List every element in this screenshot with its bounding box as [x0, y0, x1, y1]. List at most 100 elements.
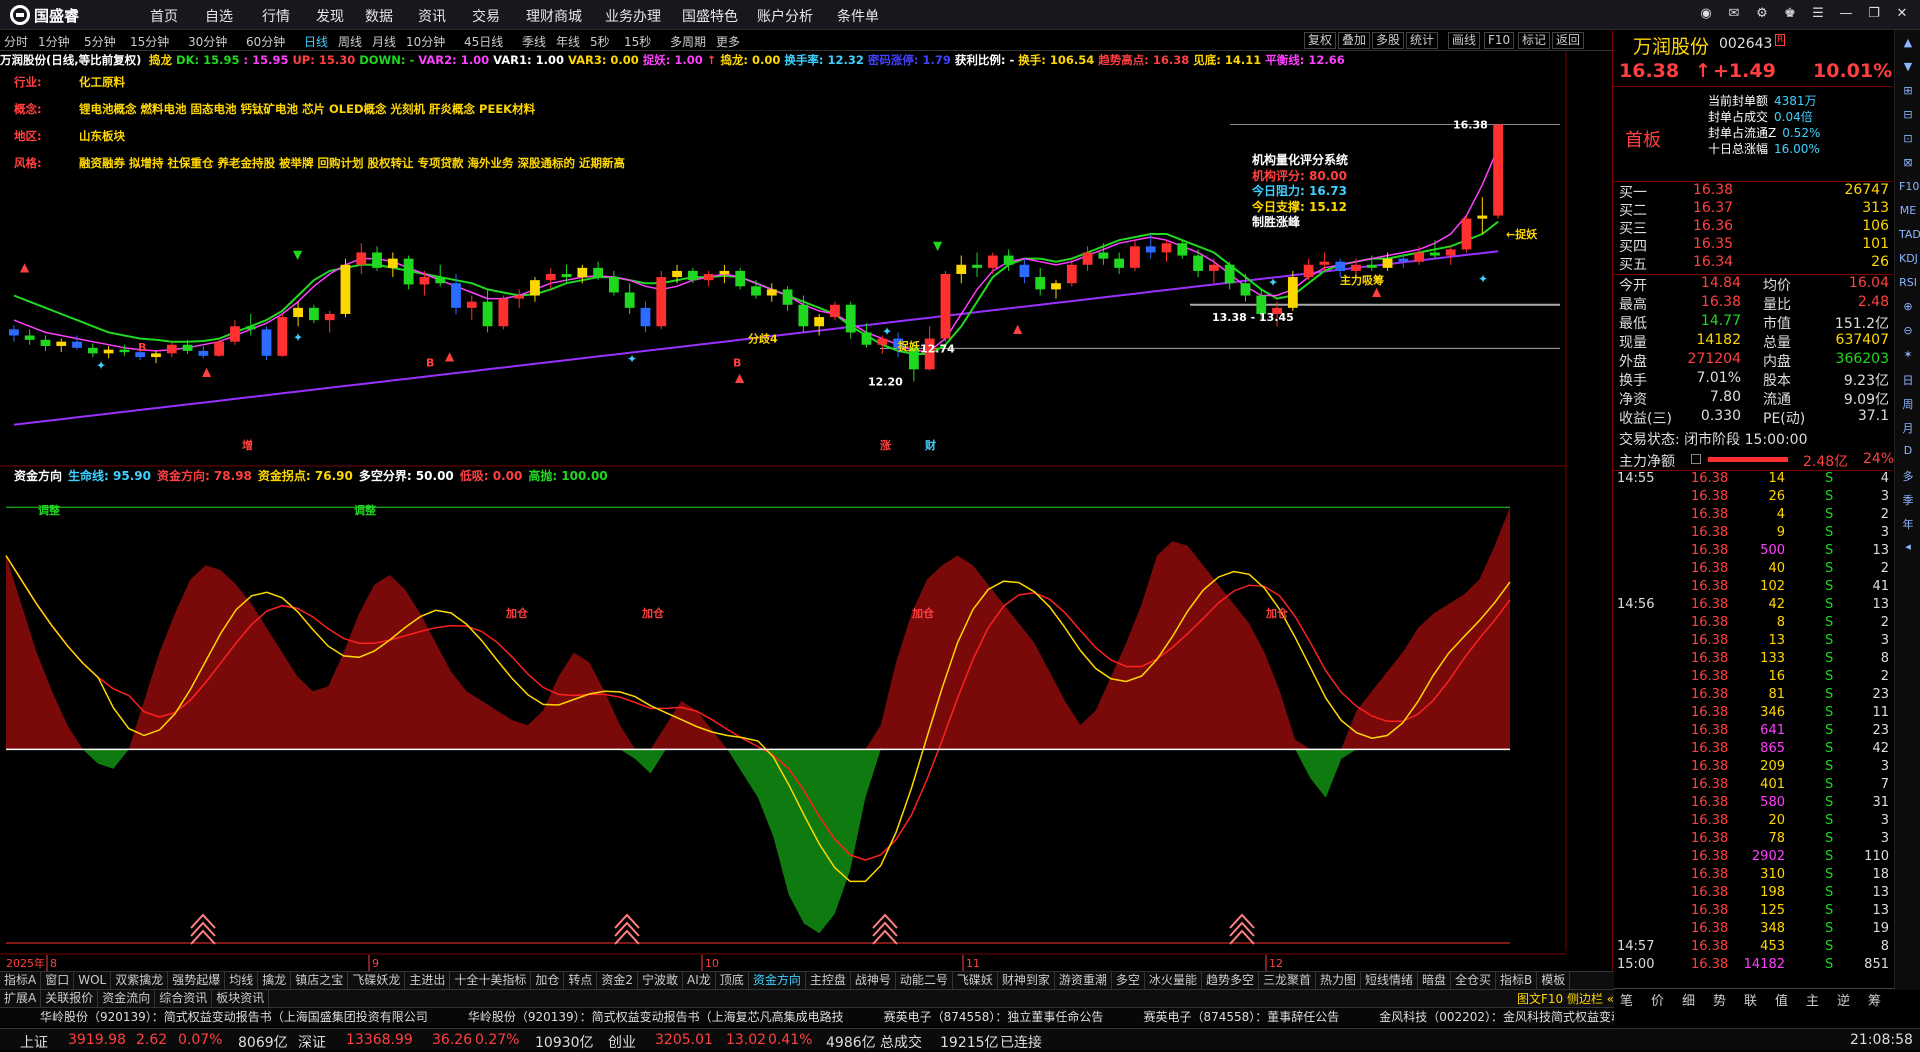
indicator-tab[interactable]: 飞碟妖 [953, 972, 998, 989]
menu-icon[interactable]: ☰ [1809, 5, 1827, 23]
tool-button-7[interactable]: 返回 [1552, 32, 1585, 49]
menu-item-7[interactable]: 理财商城 [526, 6, 582, 26]
indicator-tab[interactable]: 强势起爆 [168, 972, 226, 989]
menu-item-10[interactable]: 账户分析 [757, 6, 813, 26]
sidebar-button[interactable]: ⊞ [1899, 84, 1917, 102]
indicator-tab[interactable]: 窗口 [41, 972, 75, 989]
menu-item-11[interactable]: 条件单 [837, 6, 879, 26]
sidebar-button[interactable]: 多 [1899, 468, 1917, 486]
indicator-tab[interactable]: 指标B [1496, 972, 1538, 989]
period-0[interactable]: 分时 [4, 33, 28, 50]
indicator-tab[interactable]: 顶底 [716, 972, 749, 989]
stock-title[interactable]: 万润股份(日线,等比前复权) [0, 53, 141, 67]
settings-icon[interactable]: ⚙ [1753, 5, 1771, 23]
indicator-tab[interactable]: 资金方向 [749, 972, 806, 989]
f10-sidebar-toggle[interactable]: 图文F10 侧边栏 « [1517, 990, 1614, 1007]
indicator-tab[interactable]: 游资重潮 [1055, 972, 1112, 989]
indicator-tab[interactable]: 资金2 [597, 972, 639, 989]
quote-tab[interactable]: 细 [1682, 990, 1695, 1009]
menu-item-5[interactable]: 资讯 [418, 6, 446, 26]
indicator-tab[interactable]: 动能二号 [896, 972, 953, 989]
period-4[interactable]: 30分钟 [188, 33, 227, 50]
indicator-tab[interactable]: 趋势多空 [1202, 972, 1259, 989]
indicator-tab[interactable]: 主控盘 [806, 972, 851, 989]
period-12[interactable]: 年线 [556, 33, 580, 50]
sidebar-button[interactable]: 月 [1899, 420, 1917, 438]
indicator-tab[interactable]: 镇店之宝 [291, 972, 349, 989]
menu-item-3[interactable]: 发现 [316, 6, 344, 26]
minimize-icon[interactable]: — [1837, 5, 1855, 23]
sidebar-button[interactable]: 日 [1899, 372, 1917, 390]
quote-tab[interactable]: 逆 [1837, 990, 1850, 1009]
tool-button-4[interactable]: 画线 [1448, 32, 1481, 49]
period-9[interactable]: 10分钟 [406, 33, 445, 50]
indicator-tab[interactable]: 冰火量能 [1145, 972, 1202, 989]
info-tab[interactable]: 资金流向 [98, 990, 156, 1007]
sidebar-button[interactable]: D [1899, 444, 1917, 462]
period-15[interactable]: 多周期 [670, 33, 706, 50]
menu-item-1[interactable]: 自选 [205, 6, 233, 26]
period-13[interactable]: 5秒 [590, 33, 610, 50]
tool-button-2[interactable]: 多股 [1372, 32, 1405, 49]
tool-button-6[interactable]: 标记 [1518, 32, 1551, 49]
sidebar-button[interactable]: ▲ [1899, 36, 1917, 54]
indicator-tab[interactable]: 主进出 [405, 972, 451, 989]
quote-tab[interactable]: 势 [1713, 990, 1726, 1009]
tool-button-0[interactable]: 复权 [1304, 32, 1337, 49]
indicator-tab[interactable]: 均线 [225, 972, 259, 989]
sidebar-button[interactable]: ▼ [1899, 60, 1917, 78]
bid-row[interactable]: 买一 16.38 26747 [1613, 182, 1893, 201]
period-3[interactable]: 15分钟 [130, 33, 169, 50]
maximize-icon[interactable]: ❐ [1865, 5, 1883, 23]
indicator-tab[interactable]: 短线情绪 [1361, 972, 1419, 989]
period-1[interactable]: 1分钟 [38, 33, 70, 50]
sidebar-button[interactable]: ⊠ [1899, 156, 1917, 174]
info-tab[interactable]: 综合资讯 [155, 990, 213, 1007]
sidebar-button[interactable]: ✶ [1899, 348, 1917, 366]
sidebar-button[interactable]: ⊟ [1899, 108, 1917, 126]
indicator-tab[interactable]: 财神到家 [998, 972, 1055, 989]
sidebar-button[interactable]: 季 [1899, 492, 1917, 510]
sidebar-button[interactable]: ⊡ [1899, 132, 1917, 150]
sidebar-button[interactable]: TAD [1899, 228, 1920, 246]
period-11[interactable]: 季线 [522, 33, 546, 50]
indicator-tab[interactable]: 宁波敢 [638, 972, 684, 989]
mail-icon[interactable]: ✉ [1725, 5, 1743, 23]
period-16[interactable]: 更多 [716, 33, 740, 50]
quote-tab[interactable]: 价 [1651, 990, 1664, 1009]
period-10[interactable]: 45日线 [464, 33, 503, 50]
indicator-tab[interactable]: 转点 [564, 972, 598, 989]
sidebar-button[interactable]: ME [1899, 204, 1917, 222]
quote-tab[interactable]: 主 [1806, 990, 1819, 1009]
indicator-tab[interactable]: 十全十美指标 [450, 972, 532, 989]
period-8[interactable]: 月线 [372, 33, 396, 50]
period-14[interactable]: 15秒 [624, 33, 651, 50]
indicator-tab[interactable]: 三龙聚首 [1259, 972, 1316, 989]
sidebar-button[interactable]: F10 [1899, 180, 1919, 198]
indicator-tab[interactable]: 擒龙 [258, 972, 292, 989]
indicator-tab[interactable]: 双紫擒龙 [111, 972, 169, 989]
indicator-tab[interactable]: 多空 [1112, 972, 1145, 989]
sidebar-button[interactable]: 周 [1899, 396, 1917, 414]
quote-tab[interactable]: 联 [1744, 990, 1757, 1009]
period-5[interactable]: 60分钟 [246, 33, 285, 50]
news-item[interactable]: 华岭股份（920139）：简式权益变动报告书（上海复芯凡高集成电路技 [468, 1008, 844, 1025]
info-tab[interactable]: 扩展A [0, 990, 42, 1007]
close-icon[interactable]: ✕ [1893, 5, 1911, 23]
tool-button-1[interactable]: 叠加 [1338, 32, 1371, 49]
news-item[interactable]: 赛英电子（874558）：董事辞任公告 [1143, 1008, 1339, 1025]
message-icon[interactable]: ◉ [1697, 5, 1715, 23]
sidebar-button[interactable]: ⊖ [1899, 324, 1917, 342]
menu-item-6[interactable]: 交易 [472, 6, 500, 26]
tool-button-3[interactable]: 统计 [1406, 32, 1439, 49]
news-item[interactable]: 华岭股份（920139）：简式权益变动报告书（上海国盛集团投资有限公司 [40, 1008, 428, 1025]
indicator-tab[interactable]: 指标A [0, 972, 42, 989]
indicator-tab[interactable]: 全仓买 [1451, 972, 1497, 989]
indicator-tab[interactable]: AI龙 [683, 972, 716, 989]
quote-tab[interactable]: 笔 [1620, 990, 1633, 1009]
menu-item-9[interactable]: 国盛特色 [682, 6, 738, 26]
indicator2-title[interactable]: 资金方向 [14, 469, 62, 483]
period-6[interactable]: 日线 [304, 33, 328, 50]
period-2[interactable]: 5分钟 [84, 33, 116, 50]
sidebar-button[interactable]: 年 [1899, 516, 1917, 534]
